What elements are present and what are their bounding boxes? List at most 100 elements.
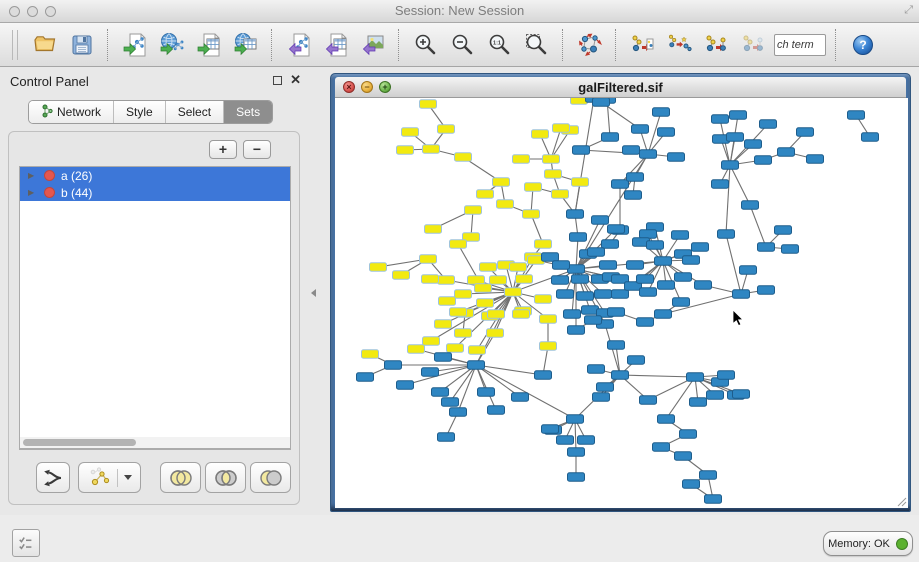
graph-node-yellow[interactable] [477, 299, 494, 308]
graph-node-yellow[interactable] [397, 146, 414, 155]
graph-node-yellow[interactable] [450, 240, 467, 249]
graph-node-yellow[interactable] [532, 130, 549, 139]
graph-node-blue[interactable] [718, 230, 735, 239]
search-input[interactable] [774, 34, 826, 56]
graph-node-yellow[interactable] [370, 263, 387, 272]
graph-node-blue[interactable] [628, 356, 645, 365]
graph-node-yellow[interactable] [362, 350, 379, 359]
graph-node-blue[interactable] [608, 341, 625, 350]
float-window-icon[interactable] [273, 76, 282, 85]
graph-node-yellow[interactable] [540, 315, 557, 324]
graph-node-yellow[interactable] [513, 310, 530, 319]
graph-node-blue[interactable] [602, 240, 619, 249]
graph-node-blue[interactable] [585, 316, 602, 325]
graph-node-yellow[interactable] [438, 276, 455, 285]
tab-select[interactable]: Select [166, 101, 224, 123]
graph-node-blue[interactable] [592, 216, 609, 225]
graph-node-blue[interactable] [672, 231, 689, 240]
graph-edge[interactable] [620, 375, 695, 377]
graph-node-yellow[interactable] [423, 337, 440, 346]
graph-node-blue[interactable] [758, 243, 775, 252]
scrollbar-thumb[interactable] [23, 439, 136, 446]
horizontal-scrollbar[interactable] [19, 437, 291, 449]
graph-node-yellow[interactable] [423, 145, 440, 154]
graph-node-blue[interactable] [640, 288, 657, 297]
graph-node-yellow[interactable] [455, 153, 472, 162]
graph-node-blue[interactable] [640, 230, 657, 239]
graph-node-blue[interactable] [683, 480, 700, 489]
graph-node-yellow[interactable] [408, 345, 425, 354]
graph-node-yellow[interactable] [535, 240, 552, 249]
graph-node-yellow[interactable] [420, 100, 437, 109]
graph-node-blue[interactable] [432, 388, 449, 397]
graph-node-blue[interactable] [608, 308, 625, 317]
toolbar-grip[interactable] [12, 30, 18, 60]
graph-node-yellow[interactable] [552, 190, 569, 199]
add-set-button[interactable]: + [209, 140, 237, 159]
set-row[interactable]: ▶a (26) [20, 167, 290, 184]
panel-divider[interactable] [310, 67, 320, 515]
import-table-url-button[interactable] [227, 27, 264, 63]
graph-node-yellow[interactable] [543, 155, 560, 164]
graph-node-yellow[interactable] [553, 124, 570, 133]
graph-node-blue[interactable] [760, 120, 777, 129]
zoom-in-button[interactable] [407, 27, 444, 63]
graph-node-yellow[interactable] [455, 329, 472, 338]
graph-node-yellow[interactable] [513, 155, 530, 164]
graph-node-blue[interactable] [758, 286, 775, 295]
graph-node-blue[interactable] [733, 290, 750, 299]
import-network-file-button[interactable] [116, 27, 153, 63]
graph-node-blue[interactable] [422, 368, 439, 377]
graph-node-yellow[interactable] [393, 271, 410, 280]
difference-of-sets-button[interactable] [250, 462, 291, 493]
graph-node-blue[interactable] [745, 140, 762, 149]
graph-node-blue[interactable] [668, 153, 685, 162]
graph-node-blue[interactable] [705, 495, 722, 504]
graph-node-yellow[interactable] [455, 290, 472, 299]
graph-node-blue[interactable] [357, 373, 374, 382]
graph-node-blue[interactable] [658, 281, 675, 290]
graph-node-blue[interactable] [488, 406, 505, 415]
graph-node-blue[interactable] [552, 276, 569, 285]
graph-node-blue[interactable] [442, 398, 459, 407]
graph-node-blue[interactable] [478, 388, 495, 397]
graph-node-blue[interactable] [848, 111, 865, 120]
graph-node-blue[interactable] [595, 290, 612, 299]
graph-node-blue[interactable] [730, 111, 747, 120]
graph-node-yellow[interactable] [469, 346, 486, 355]
help-button[interactable]: ? [844, 27, 881, 63]
graph-node-yellow[interactable] [480, 263, 497, 272]
zoom-selected-region-button[interactable] [518, 27, 555, 63]
graph-node-blue[interactable] [573, 146, 590, 155]
graph-node-yellow[interactable] [505, 288, 522, 297]
graph-edge[interactable] [575, 419, 576, 452]
export-image-button[interactable] [354, 27, 391, 63]
resize-grip-icon[interactable] [895, 495, 907, 507]
expander-icon[interactable]: ▶ [28, 188, 38, 197]
graph-edge[interactable] [750, 205, 766, 247]
graph-node-yellow[interactable] [477, 190, 494, 199]
graph-node-yellow[interactable] [438, 125, 455, 134]
graph-node-blue[interactable] [542, 425, 559, 434]
graph-node-blue[interactable] [564, 310, 581, 319]
graph-node-blue[interactable] [570, 233, 587, 242]
zoom-out-button[interactable] [444, 27, 481, 63]
graph-node-blue[interactable] [593, 393, 610, 402]
graph-node-blue[interactable] [557, 290, 574, 299]
graph-node-blue[interactable] [775, 226, 792, 235]
graph-node-blue[interactable] [450, 408, 467, 417]
graph-node-blue[interactable] [742, 201, 759, 210]
zoom-1-1-button[interactable]: 1:1 [481, 27, 518, 63]
graph-node-blue[interactable] [675, 273, 692, 282]
graph-node-yellow[interactable] [490, 276, 507, 285]
graph-node-blue[interactable] [653, 443, 670, 452]
graph-node-yellow[interactable] [487, 329, 504, 338]
graph-node-blue[interactable] [718, 371, 735, 380]
graph-node-yellow[interactable] [420, 255, 437, 264]
graph-node-blue[interactable] [637, 318, 654, 327]
graph-node-blue[interactable] [612, 180, 629, 189]
graph-node-yellow[interactable] [545, 170, 562, 179]
create-set-from-selection-button[interactable] [78, 462, 141, 493]
remove-set-button[interactable]: − [243, 140, 271, 159]
graph-node-blue[interactable] [578, 436, 595, 445]
